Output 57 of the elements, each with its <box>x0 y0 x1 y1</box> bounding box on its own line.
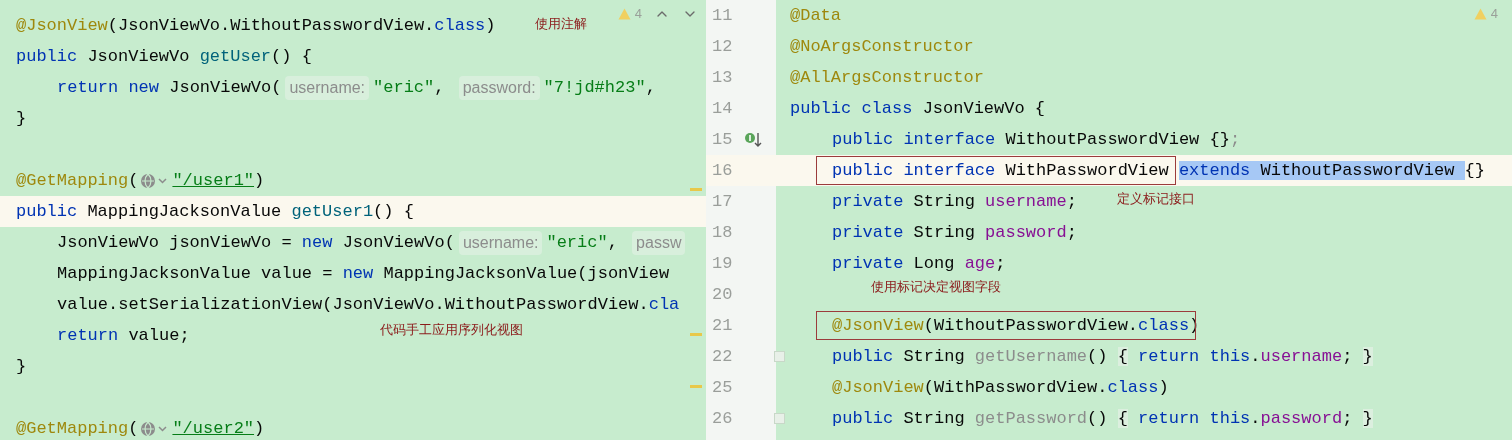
line-number: 22 <box>711 345 734 368</box>
code-text: "eric", <box>546 231 619 254</box>
warning-icon <box>1473 7 1487 20</box>
annotation-note: 定义标记接口 <box>1117 191 1195 208</box>
parameter-hint: username: <box>458 230 543 255</box>
line-number: 13 <box>711 66 734 89</box>
code-text: @Data <box>790 4 841 27</box>
line-number: 16 <box>711 159 734 182</box>
code-text: @JsonView(JsonViewVo.WithoutPasswordView.class) <box>16 14 496 37</box>
parameter-hint: password: <box>458 75 540 100</box>
code-text: "/user1") <box>172 169 265 192</box>
line-number: 18 <box>711 221 734 244</box>
code-text: @GetMapping( <box>16 417 139 440</box>
code-text: public MappingJacksonValue getUser1() { <box>16 200 414 223</box>
code-text: @JsonView(WithPasswordView.class) <box>832 376 1169 399</box>
code-text: "7!jd#h23", <box>543 76 656 99</box>
code-text: extends WithoutPasswordView {} <box>1178 159 1485 182</box>
code-text: public interface WithPasswordView <box>832 159 1170 182</box>
code-text: private String username; <box>832 190 1077 213</box>
code-text: public JsonViewVo getUser() { <box>16 45 312 68</box>
code-text: public interface WithoutPasswordView {}; <box>832 128 1241 151</box>
line-number: 15 <box>711 128 734 151</box>
warning-count: 4 <box>634 5 642 23</box>
code-text: @NoArgsConstructor <box>790 35 974 58</box>
code-text: private String password; <box>832 221 1077 244</box>
code-text: public String getUsername() { return this.username; } <box>832 345 1373 368</box>
implemented-interface-icon[interactable] <box>744 130 762 149</box>
parameter-hint: passw <box>632 230 686 255</box>
annotation-note: 使用标记决定视图字段 <box>871 279 1001 296</box>
annotation-note: 代码手工应用序列化视图 <box>380 322 523 339</box>
code-text: public String getPassword() { return this.password; } <box>832 407 1373 430</box>
code-text: return new JsonViewVo( <box>57 76 282 99</box>
line-number: 11 <box>711 4 734 27</box>
line-number: 26 <box>711 407 734 430</box>
line-number: 25 <box>711 376 734 399</box>
code-text: JsonViewVo jsonViewVo = new JsonViewVo( <box>57 231 455 254</box>
annotation-note: 使用注解 <box>535 16 587 33</box>
code-text: } <box>16 107 27 130</box>
warning-icon <box>617 7 631 20</box>
parameter-hint: username: <box>285 75 370 100</box>
code-text: public class JsonViewVo { <box>790 97 1046 120</box>
line-number: 20 <box>711 283 734 306</box>
line-number: 14 <box>711 97 734 120</box>
code-text: MappingJacksonValue value = new MappingJacksonValue(jsonView <box>57 262 670 285</box>
code-text: "eric", <box>373 76 446 99</box>
code-text: } <box>16 355 27 378</box>
code-text: "/user2") <box>172 417 265 440</box>
code-text: value.setSerializationView(JsonViewVo.WithoutPasswordView.cla <box>57 293 680 316</box>
warning-count: 4 <box>1490 5 1498 23</box>
line-number: 21 <box>711 314 734 337</box>
code-text: return value; <box>57 324 190 347</box>
code-text: @AllArgsConstructor <box>790 66 984 89</box>
line-number: 19 <box>711 252 734 275</box>
line-number: 12 <box>711 35 734 58</box>
line-number: 17 <box>711 190 734 213</box>
code-text: @GetMapping( <box>16 169 139 192</box>
code-text: private Long age; <box>832 252 1006 275</box>
